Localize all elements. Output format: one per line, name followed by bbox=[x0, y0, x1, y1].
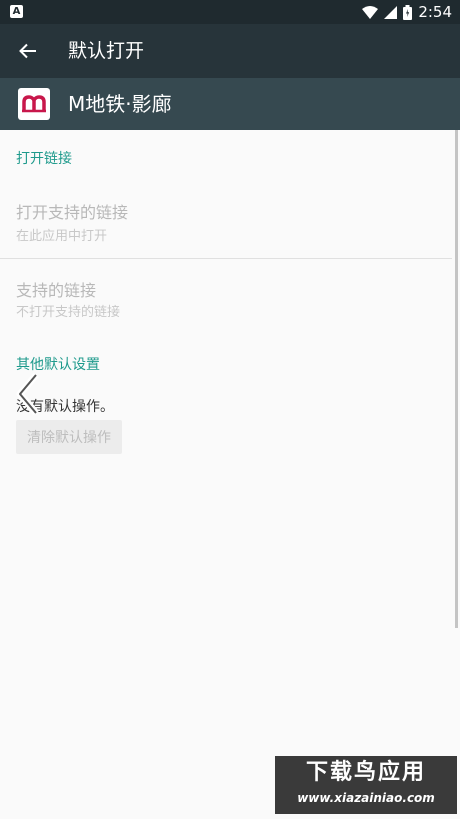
section-header-other-defaults: 其他默认设置 bbox=[16, 357, 100, 373]
status-time: 2:54 bbox=[418, 3, 452, 21]
signal-icon bbox=[384, 5, 398, 19]
scrollbar[interactable] bbox=[455, 130, 458, 628]
pref-title: 支持的链接 bbox=[16, 281, 97, 300]
watermark: 下载鸟应用 www.xiazainiao.com bbox=[275, 756, 457, 814]
metro-logo-icon bbox=[22, 95, 46, 113]
battery-icon bbox=[403, 4, 413, 20]
status-icons: 2:54 bbox=[362, 0, 452, 24]
watermark-url: www.xiazainiao.com bbox=[297, 791, 435, 805]
back-button[interactable] bbox=[14, 37, 42, 65]
chevron-left-icon[interactable] bbox=[14, 372, 46, 416]
toolbar: 默认打开 bbox=[0, 24, 460, 78]
section-header-open-links: 打开链接 bbox=[16, 151, 72, 167]
clear-defaults-button[interactable]: 清除默认操作 bbox=[16, 420, 122, 454]
app-icon bbox=[18, 88, 50, 120]
pref-title: 打开支持的链接 bbox=[16, 203, 129, 222]
pref-summary: 在此应用中打开 bbox=[16, 229, 108, 244]
arrow-left-icon bbox=[19, 43, 36, 59]
app-header: M地铁·影廊 bbox=[0, 78, 460, 130]
app-name: M地铁·影廊 bbox=[68, 92, 172, 116]
notification-a-icon: A bbox=[10, 5, 23, 18]
page-title: 默认打开 bbox=[68, 40, 145, 62]
watermark-title: 下载鸟应用 bbox=[305, 760, 426, 785]
status-bar: A 2:54 bbox=[0, 0, 460, 24]
wifi-icon bbox=[362, 5, 379, 19]
pref-summary: 不打开支持的链接 bbox=[16, 305, 121, 320]
divider bbox=[0, 258, 452, 259]
